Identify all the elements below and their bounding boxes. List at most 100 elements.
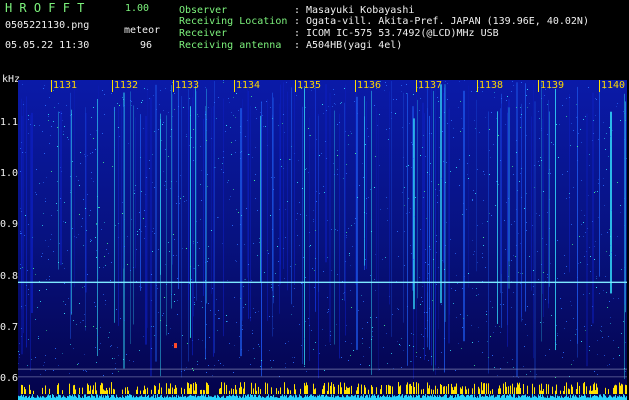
activity-bar [87,396,88,400]
noise-speck [468,273,469,274]
activity-bar [194,396,195,400]
noise-speck [512,81,513,82]
activity-spike [346,386,347,394]
noise-speck [264,272,265,273]
noise-speck [312,268,313,269]
noise-speck [95,149,96,150]
noise-speck [27,270,28,271]
noise-speck [376,317,377,318]
noise-speck [580,262,581,263]
noise-speck [407,306,408,307]
noise-speck [39,125,40,126]
noise-speck [296,95,297,96]
activity-bar [538,394,539,400]
noise-speck [625,371,626,372]
noise-speck [371,231,372,232]
noise-speck [280,159,281,160]
guide-line-upper [18,368,627,370]
noise-speck [458,107,459,108]
activity-bar [507,395,508,400]
activity-bar [469,396,470,400]
noise-speck [365,144,366,145]
echo-streak [476,99,477,272]
noise-speck [97,209,98,210]
activity-bar [362,396,363,400]
activity-bar [96,394,97,400]
noise-speck [461,348,462,349]
echo-streak [610,111,612,294]
noise-speck [435,189,436,190]
activity-bar [492,395,493,400]
noise-speck [344,292,345,293]
activity-spike [541,383,542,394]
noise-speck [524,208,525,209]
noise-speck [460,101,461,102]
activity-bar [555,394,556,400]
noise-speck [380,209,381,210]
activity-spike [413,382,414,394]
noise-speck [472,199,473,200]
noise-speck [432,300,433,301]
filename: 0505221130.png [5,20,90,31]
activity-bar [184,396,185,400]
noise-speck [587,264,588,265]
noise-speck [35,357,36,358]
activity-bar [360,396,361,400]
activity-bar [402,394,403,400]
activity-bar [289,395,290,400]
noise-speck [521,197,522,198]
activity-bar [100,396,101,400]
noise-speck [313,221,314,222]
noise-speck [478,294,479,295]
activity-bar [350,396,351,400]
noise-speck [223,172,224,173]
activity-spike [465,386,466,394]
noise-speck [334,103,335,104]
noise-speck [513,85,514,86]
noise-speck [87,155,88,156]
noise-speck [431,356,432,357]
noise-speck [272,118,273,119]
x-minute-tick [234,80,235,92]
noise-speck [91,117,92,118]
noise-speck [309,232,310,233]
noise-speck [529,256,530,257]
noise-speck [492,307,493,308]
noise-speck [49,279,50,280]
echo-streak [181,95,182,378]
noise-speck [169,251,170,252]
echo-streak [548,99,549,304]
noise-speck [248,264,249,265]
activity-bar [486,395,487,400]
noise-speck [285,343,286,344]
noise-speck [413,334,414,335]
noise-speck [118,223,119,224]
activity-bar [71,396,72,400]
noise-speck [100,343,101,344]
noise-speck [190,115,191,116]
noise-speck [500,160,501,161]
activity-spike [172,387,173,394]
noise-speck [322,329,323,330]
noise-speck [606,251,607,252]
noise-speck [491,215,492,216]
echo-streak [190,106,191,338]
activity-spike [577,382,578,394]
noise-speck [137,231,138,232]
activity-bar [200,396,201,400]
activity-bar [604,394,605,400]
activity-spike [207,383,208,394]
activity-bar [127,394,128,400]
echo-streak [403,92,404,323]
noise-speck [97,196,98,197]
noise-speck [206,140,207,141]
activity-spike [295,389,296,394]
noise-speck [489,129,490,130]
activity-spike [305,385,306,394]
activity-bar [399,394,400,400]
activity-bar [248,394,249,400]
echo-streak [416,95,417,351]
activity-bar [151,396,152,400]
noise-speck [245,136,246,137]
noise-speck [350,355,351,356]
